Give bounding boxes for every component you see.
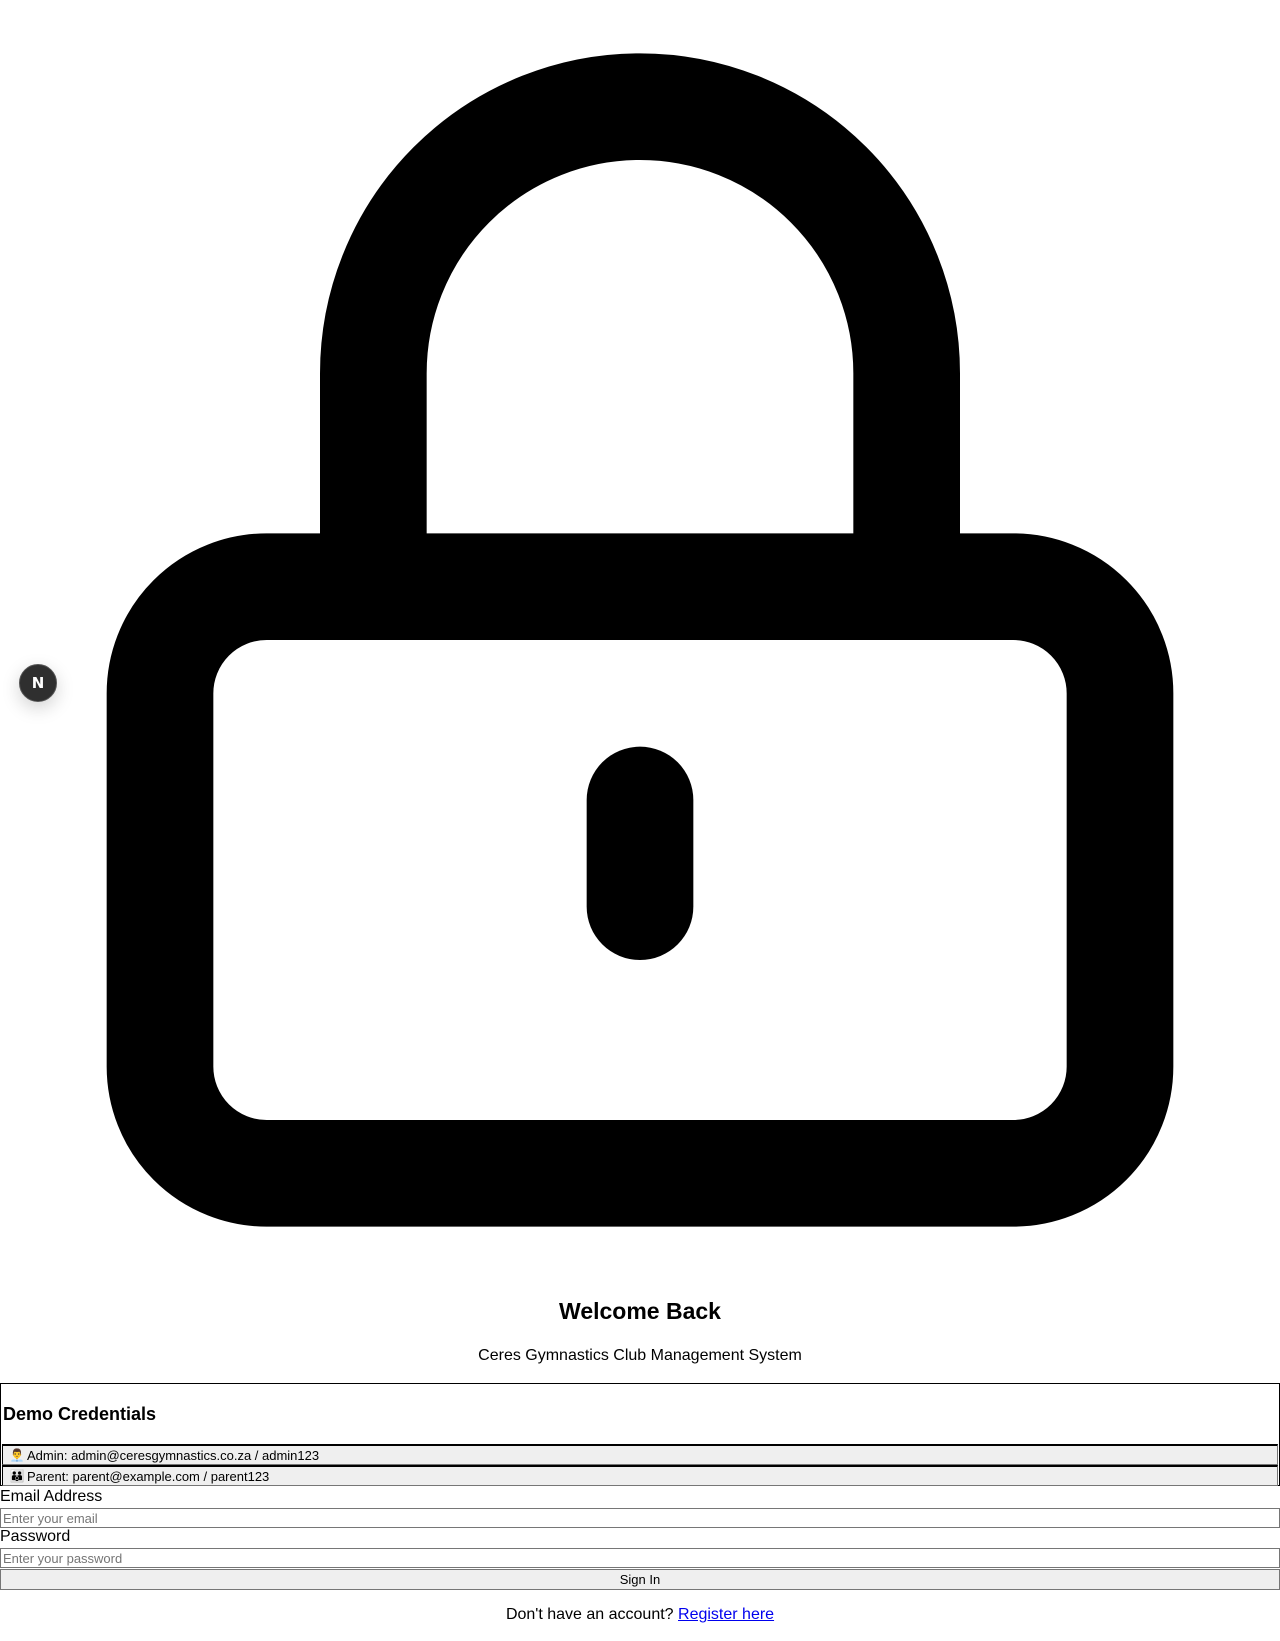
register-prompt-text: Don't have an account? <box>505 1606 674 1623</box>
demo-credentials-panel: Demo Credentials 👨‍💼 Admin: admin@ceresg… <box>0 1383 1280 1486</box>
password-field[interactable] <box>0 1548 1280 1568</box>
nextjs-dev-badge[interactable]: N <box>19 664 57 702</box>
login-page: N Welcome Back Ceres Gymnastics Club Man… <box>0 0 1280 1641</box>
register-link[interactable]: Register here <box>678 1606 774 1623</box>
nextjs-icon: N <box>31 673 45 692</box>
email-field[interactable] <box>0 1508 1280 1528</box>
admin-credentials-button[interactable]: 👨‍💼 Admin: admin@ceresgymnastics.co.za /… <box>2 1444 1278 1465</box>
parent-credentials-label: Parent: parent@example.com / parent123 <box>27 1468 270 1484</box>
register-prompt: Don't have an account? Register here <box>0 1606 1280 1624</box>
sign-in-button[interactable]: Sign In <box>0 1569 1280 1590</box>
admin-icon: 👨‍💼 <box>9 1448 25 1462</box>
lock-icon <box>0 0 1280 1280</box>
page-title: Welcome Back <box>559 1298 721 1324</box>
password-label: Password <box>0 1528 71 1545</box>
page-subtitle: Ceres Gymnastics Club Management System <box>478 1347 802 1364</box>
email-label: Email Address <box>0 1488 103 1505</box>
family-icon: 👪 <box>9 1469 25 1483</box>
demo-credentials-title: Demo Credentials <box>3 1404 157 1424</box>
parent-credentials-button[interactable]: 👪 Parent: parent@example.com / parent123 <box>2 1465 1278 1486</box>
admin-credentials-label: Admin: admin@ceresgymnastics.co.za / adm… <box>27 1447 320 1463</box>
